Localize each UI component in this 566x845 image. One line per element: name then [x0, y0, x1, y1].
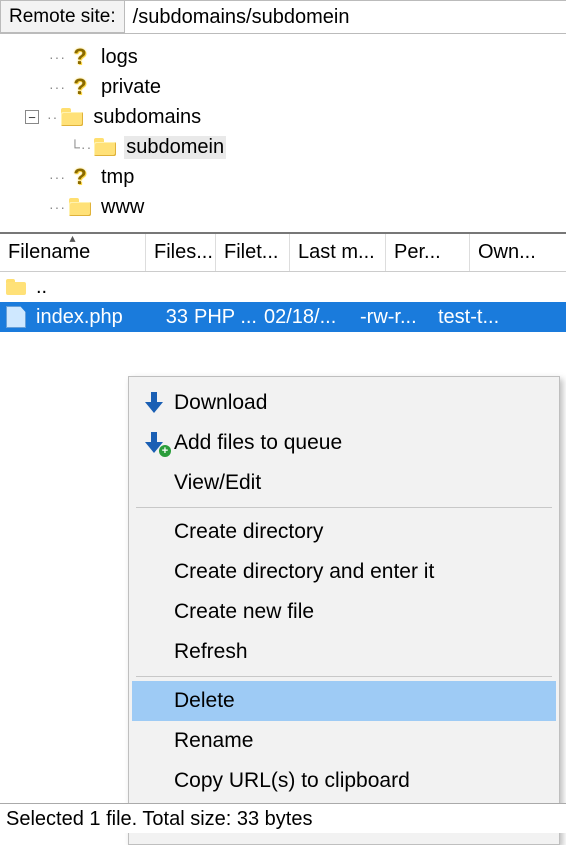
permissions-cell: -rw-r...	[360, 306, 438, 329]
tree-item-private[interactable]: ··· ? private	[0, 72, 566, 102]
folder-icon	[94, 138, 116, 156]
column-label: Filename	[8, 241, 90, 264]
column-lastmodified[interactable]: Last m...	[290, 234, 386, 271]
tree-item-www[interactable]: ··· www	[0, 192, 566, 222]
tree-item-tmp[interactable]: ··· ? tmp	[0, 162, 566, 192]
menu-item-label: View/Edit	[174, 471, 556, 495]
menu-delete[interactable]: Delete	[132, 681, 556, 721]
menu-item-label: Refresh	[174, 640, 556, 664]
tree-connector: ··	[42, 109, 61, 125]
column-filesize[interactable]: Files...	[146, 234, 216, 271]
menu-item-label: Create directory	[174, 520, 556, 544]
column-owner[interactable]: Own...	[470, 234, 566, 271]
menu-item-label: Delete	[174, 689, 556, 713]
filename-cell: ..	[36, 276, 146, 299]
column-permissions[interactable]: Per...	[386, 234, 470, 271]
tree-item-label: logs	[99, 46, 140, 69]
menu-add-to-queue[interactable]: + Add files to queue	[132, 423, 556, 463]
file-row-selected[interactable]: index.php 33 PHP ... 02/18/... -rw-r... …	[0, 302, 566, 332]
tree-connector: ···	[44, 199, 69, 215]
tree-item-subdomein[interactable]: └·· subdomein	[0, 132, 566, 162]
remote-directory-tree[interactable]: ··· ? logs ··· ? private − ·· subdomains…	[0, 34, 566, 234]
menu-item-label: Copy URL(s) to clipboard	[174, 769, 556, 793]
tree-connector: ···	[44, 79, 69, 95]
tree-item-label: www	[99, 196, 146, 219]
folder-icon	[61, 108, 83, 126]
parent-directory-row[interactable]: ..	[0, 272, 566, 302]
file-list-header[interactable]: ▴ Filename Files... Filet... Last m... P…	[0, 234, 566, 272]
menu-view-edit[interactable]: View/Edit	[132, 463, 556, 503]
tree-connector: ···	[44, 169, 69, 185]
remote-path-bar: Remote site: /subdomains/subdomein	[0, 0, 566, 34]
folder-icon	[69, 198, 91, 216]
menu-rename[interactable]: Rename	[132, 721, 556, 761]
filename-cell: index.php	[36, 306, 146, 329]
remote-path-input[interactable]: /subdomains/subdomein	[125, 0, 566, 33]
file-context-menu: Download + Add files to queue View/Edit …	[128, 376, 560, 845]
menu-item-label: Add files to queue	[174, 431, 556, 455]
menu-item-label: Download	[174, 391, 556, 415]
tree-item-label: tmp	[99, 166, 136, 189]
menu-item-label: Create directory and enter it	[174, 560, 556, 584]
menu-item-label: Create new file	[174, 600, 556, 624]
tree-item-label: subdomains	[91, 106, 203, 129]
collapse-toggle-icon[interactable]: −	[25, 110, 39, 124]
unknown-folder-icon: ?	[69, 76, 91, 98]
tree-item-label: subdomein	[124, 136, 226, 159]
tree-item-label: private	[99, 76, 163, 99]
owner-cell: test-t...	[438, 306, 566, 329]
unknown-folder-icon: ?	[69, 46, 91, 68]
status-bar: Selected 1 file. Total size: 33 bytes	[0, 803, 566, 833]
folder-icon	[6, 279, 26, 295]
menu-create-directory[interactable]: Create directory	[132, 512, 556, 552]
tree-item-logs[interactable]: ··· ? logs	[0, 42, 566, 72]
download-icon	[145, 392, 163, 414]
menu-copy-url[interactable]: Copy URL(s) to clipboard	[132, 761, 556, 801]
column-filename[interactable]: ▴ Filename	[0, 234, 146, 271]
menu-separator	[136, 676, 552, 677]
menu-refresh[interactable]: Refresh	[132, 632, 556, 672]
column-filetype[interactable]: Filet...	[216, 234, 290, 271]
lastmodified-cell: 02/18/...	[264, 306, 360, 329]
sort-ascending-icon: ▴	[69, 231, 75, 245]
menu-item-label: Rename	[174, 729, 556, 753]
filetype-cell: PHP ...	[194, 306, 264, 329]
menu-download[interactable]: Download	[132, 383, 556, 423]
menu-create-new-file[interactable]: Create new file	[132, 592, 556, 632]
unknown-folder-icon: ?	[69, 166, 91, 188]
tree-connector: └··	[68, 139, 94, 155]
file-icon	[6, 306, 26, 328]
filesize-cell: 33	[146, 306, 194, 329]
tree-item-subdomains[interactable]: − ·· subdomains	[0, 102, 566, 132]
remote-site-label: Remote site:	[0, 0, 125, 33]
menu-separator	[136, 507, 552, 508]
file-list[interactable]: .. index.php 33 PHP ... 02/18/... -rw-r.…	[0, 272, 566, 332]
tree-connector: ···	[44, 49, 69, 65]
plus-badge-icon: +	[159, 445, 171, 457]
menu-create-directory-enter[interactable]: Create directory and enter it	[132, 552, 556, 592]
